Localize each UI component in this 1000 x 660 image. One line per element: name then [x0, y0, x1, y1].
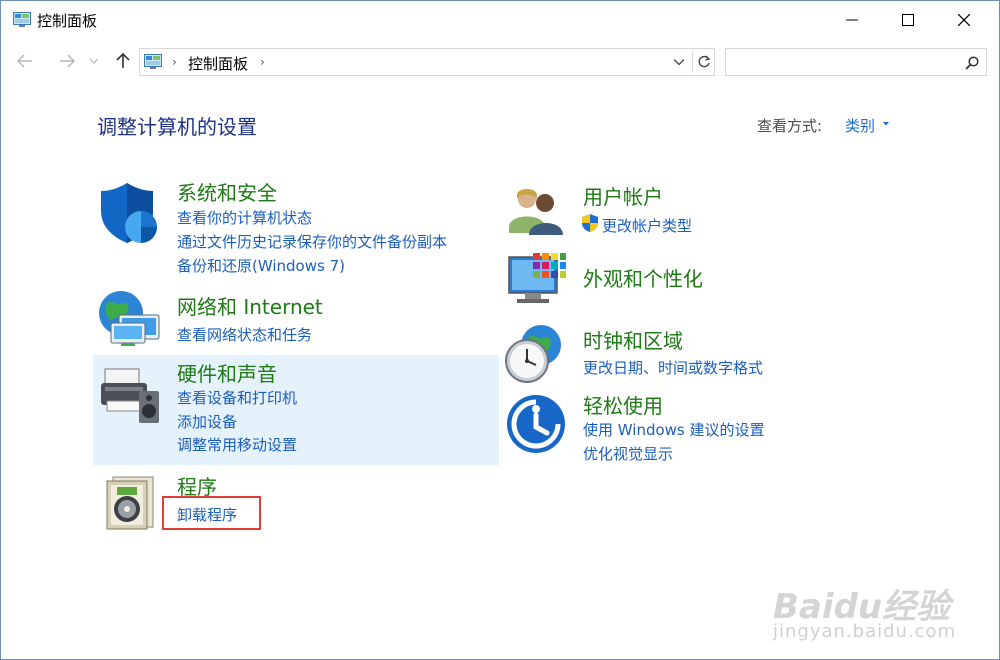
close-icon	[958, 14, 970, 26]
chevron-down-icon	[90, 58, 98, 64]
link-windows-recommended-settings[interactable]: 使用 Windows 建议的设置	[583, 419, 765, 440]
shield-icon[interactable]	[99, 181, 161, 245]
minimize-icon	[846, 19, 858, 21]
printer-speaker-icon[interactable]	[99, 365, 161, 425]
chevron-down-icon	[674, 59, 684, 65]
refresh-button[interactable]	[692, 51, 714, 73]
category-title-clock-region[interactable]: 时钟和区域	[583, 325, 683, 354]
refresh-icon	[698, 55, 710, 68]
window-title: 控制面板	[37, 12, 98, 30]
link-devices-printers[interactable]: 查看设备和打印机	[177, 387, 297, 408]
up-arrow-icon	[116, 53, 130, 68]
link-mobility-settings[interactable]: 调整常用移动设置	[177, 434, 297, 455]
caret-down-icon[interactable]	[881, 119, 891, 129]
view-by-dropdown[interactable]: 类别	[845, 115, 875, 136]
ease-of-access-icon[interactable]	[505, 393, 567, 455]
search-icon	[965, 56, 979, 70]
user-accounts-icon[interactable]	[507, 185, 565, 237]
title-bar: 控制面板	[1, 1, 999, 39]
maximize-button[interactable]	[885, 1, 931, 39]
link-network-status-tasks[interactable]: 查看网络状态和任务	[177, 324, 312, 345]
page-title: 调整计算机的设置	[97, 115, 257, 139]
category-title-hardware-sound[interactable]: 硬件和声音	[177, 358, 277, 387]
back-button[interactable]	[13, 49, 37, 73]
link-optimize-visual-display[interactable]: 优化视觉显示	[583, 443, 673, 464]
breadcrumb-separator-icon[interactable]: ›	[172, 55, 177, 69]
watermark-url: jingyan.baidu.com	[773, 621, 957, 642]
category-title-system-security[interactable]: 系统和安全	[177, 177, 277, 206]
category-title-appearance[interactable]: 外观和个性化	[583, 263, 703, 292]
appearance-monitor-icon[interactable]	[507, 251, 567, 309]
control-panel-icon	[13, 12, 31, 27]
view-by-label: 查看方式:	[757, 117, 823, 135]
uac-shield-icon	[582, 214, 598, 232]
forward-button[interactable]	[55, 49, 79, 73]
category-title-ease-of-access[interactable]: 轻松使用	[583, 390, 663, 419]
minimize-button[interactable]	[829, 1, 875, 39]
address-bar[interactable]: › 控制面板 ›	[139, 48, 715, 76]
link-view-computer-status[interactable]: 查看你的计算机状态	[177, 207, 312, 228]
category-title-user-accounts[interactable]: 用户帐户	[583, 181, 663, 210]
link-backup-restore[interactable]: 备份和还原(Windows 7)	[177, 255, 345, 276]
navigation-bar: › 控制面板 ›	[1, 43, 999, 79]
recent-locations-button[interactable]	[87, 49, 101, 73]
link-add-device[interactable]: 添加设备	[177, 411, 237, 432]
search-button[interactable]	[962, 53, 982, 73]
search-input[interactable]	[730, 51, 950, 73]
address-history-button[interactable]	[670, 53, 688, 71]
maximize-icon	[902, 14, 914, 26]
up-button[interactable]	[111, 49, 135, 73]
clock-globe-icon[interactable]	[503, 323, 565, 385]
link-change-account-type[interactable]: 更改帐户类型	[602, 215, 692, 236]
link-file-history-backup[interactable]: 通过文件历史记录保存你的文件备份副本	[177, 231, 447, 252]
annotation-highlight-box	[162, 496, 261, 530]
forward-arrow-icon	[60, 54, 75, 68]
link-change-date-time-format[interactable]: 更改日期、时间或数字格式	[583, 357, 763, 378]
close-button[interactable]	[941, 1, 987, 39]
breadcrumb-control-panel[interactable]: 控制面板	[188, 53, 248, 74]
category-title-network-internet[interactable]: 网络和 Internet	[177, 291, 323, 320]
programs-disc-icon[interactable]	[105, 475, 157, 531]
breadcrumb-separator-icon[interactable]: ›	[260, 55, 265, 69]
control-panel-icon	[144, 54, 162, 69]
control-panel-window: 控制面板 › 控制面板 › 调整计算机的设置 查看方式: 类别 系统和安全 查看…	[0, 0, 1000, 660]
network-globe-icon[interactable]	[97, 289, 163, 349]
back-arrow-icon	[17, 54, 32, 68]
search-box[interactable]	[725, 48, 987, 76]
